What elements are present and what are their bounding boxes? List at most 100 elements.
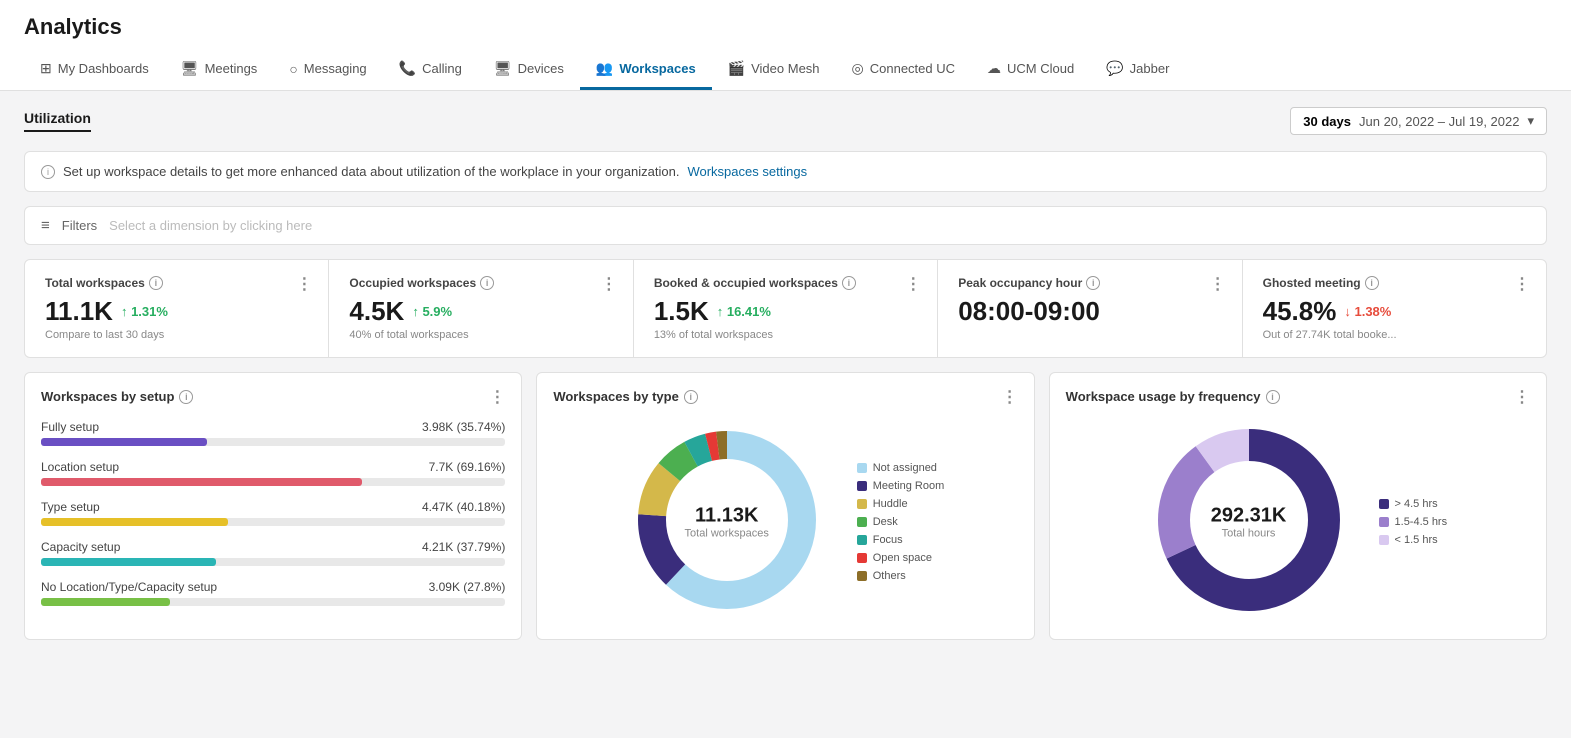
bar-track bbox=[41, 478, 505, 486]
workspaces-settings-link[interactable]: Workspaces settings bbox=[687, 164, 807, 179]
kpi-label-booked-occupied: Booked & occupied workspaces i bbox=[654, 276, 917, 290]
ucm-cloud-icon: ☁ bbox=[987, 60, 1001, 77]
bar-fill bbox=[41, 598, 170, 606]
legend-label: < 1.5 hrs bbox=[1395, 534, 1438, 546]
bar-value: 3.09K (27.8%) bbox=[429, 580, 506, 594]
legend-item: Desk bbox=[857, 516, 945, 528]
chart-frequency-title: Workspace usage by frequency i bbox=[1066, 389, 1530, 404]
kpi-card-booked-occupied: Booked & occupied workspaces i 1.5K ↑ 16… bbox=[634, 260, 938, 357]
tab-label-messaging: Messaging bbox=[304, 61, 367, 76]
tab-jabber[interactable]: 💬 Jabber bbox=[1090, 50, 1185, 90]
kpi-info-icon-ghosted-meeting: i bbox=[1365, 276, 1379, 290]
connected-uc-icon: ◎ bbox=[852, 60, 864, 77]
legend-label: > 4.5 hrs bbox=[1395, 498, 1438, 510]
filters-bar[interactable]: ≡ Filters Select a dimension by clicking… bbox=[24, 206, 1547, 245]
kpi-value-occupied-workspaces: 4.5K ↑ 5.9% bbox=[349, 296, 612, 327]
chevron-down-icon: ▾ bbox=[1527, 113, 1534, 129]
bar-item-header: No Location/Type/Capacity setup 3.09K (2… bbox=[41, 580, 505, 594]
legend-label: Not assigned bbox=[873, 462, 937, 474]
kpi-row: Total workspaces i 11.1K ↑ 1.31% Compare… bbox=[24, 259, 1547, 358]
meetings-icon: 🖥 bbox=[181, 60, 199, 77]
kpi-sub-occupied-workspaces: 40% of total workspaces bbox=[349, 329, 612, 341]
legend-dot bbox=[857, 463, 867, 473]
bar-item: Fully setup 3.98K (35.74%) bbox=[41, 420, 505, 446]
filters-placeholder: Select a dimension by clicking here bbox=[109, 218, 312, 233]
kpi-card-total-workspaces: Total workspaces i 11.1K ↑ 1.31% Compare… bbox=[25, 260, 329, 357]
kpi-label-occupied-workspaces: Occupied workspaces i bbox=[349, 276, 612, 290]
bar-item: Location setup 7.7K (69.16%) bbox=[41, 460, 505, 486]
info-icon: i bbox=[41, 165, 55, 179]
my-dashboards-icon: ⊞ bbox=[40, 60, 52, 77]
bar-label: Capacity setup bbox=[41, 540, 120, 554]
kpi-menu-ghosted-meeting[interactable]: ⋮ bbox=[1514, 274, 1532, 294]
tab-label-devices: Devices bbox=[518, 61, 564, 76]
kpi-value-ghosted-meeting: 45.8% ↓ 1.38% bbox=[1263, 296, 1526, 327]
legend-type: Not assigned Meeting Room Huddle Desk Fo… bbox=[857, 462, 945, 582]
bar-value: 4.21K (37.79%) bbox=[422, 540, 505, 554]
bar-value: 7.7K (69.16%) bbox=[429, 460, 506, 474]
donut-frequency-value: 292.31K bbox=[1211, 504, 1287, 527]
legend-item: Not assigned bbox=[857, 462, 945, 474]
kpi-info-icon-occupied-workspaces: i bbox=[480, 276, 494, 290]
bar-item-header: Capacity setup 4.21K (37.79%) bbox=[41, 540, 505, 554]
kpi-card-occupied-workspaces: Occupied workspaces i 4.5K ↑ 5.9% 40% of… bbox=[329, 260, 633, 357]
legend-freq: > 4.5 hrs 1.5-4.5 hrs < 1.5 hrs bbox=[1379, 498, 1448, 546]
tab-workspaces[interactable]: 👥Workspaces bbox=[580, 50, 712, 90]
legend-dot bbox=[857, 571, 867, 581]
bar-item: Type setup 4.47K (40.18%) bbox=[41, 500, 505, 526]
tab-video-mesh[interactable]: 🎬Video Mesh bbox=[712, 50, 836, 90]
donut-type-value: 11.13K bbox=[685, 504, 769, 527]
tab-ucm-cloud[interactable]: ☁UCM Cloud bbox=[971, 50, 1090, 90]
legend-dot bbox=[857, 499, 867, 509]
tab-meetings[interactable]: 🖥 Meetings bbox=[165, 50, 274, 90]
kpi-menu-booked-occupied[interactable]: ⋮ bbox=[905, 274, 923, 294]
kpi-menu-total-workspaces[interactable]: ⋮ bbox=[296, 274, 314, 294]
date-range-days: 30 days bbox=[1303, 114, 1351, 129]
tab-messaging[interactable]: ○Messaging bbox=[273, 50, 382, 90]
kpi-change-total-workspaces: ↑ 1.31% bbox=[121, 304, 168, 319]
tab-label-jabber: Jabber bbox=[1130, 61, 1170, 76]
tab-label-meetings: Meetings bbox=[205, 61, 258, 76]
legend-item: < 1.5 hrs bbox=[1379, 534, 1448, 546]
kpi-sub-ghosted-meeting: Out of 27.74K total booke... bbox=[1263, 329, 1526, 341]
bar-fill bbox=[41, 478, 362, 486]
date-range-selector[interactable]: 30 days Jun 20, 2022 – Jul 19, 2022 ▾ bbox=[1290, 107, 1547, 135]
chart-frequency-menu[interactable]: ⋮ bbox=[1514, 387, 1532, 407]
bar-fill bbox=[41, 558, 216, 566]
bar-item-header: Location setup 7.7K (69.16%) bbox=[41, 460, 505, 474]
donut-frequency-container: 292.31K Total hours > 4.5 hrs 1.5-4.5 hr… bbox=[1066, 420, 1530, 623]
donut-frequency-svg-wrapper: 292.31K Total hours bbox=[1149, 420, 1349, 623]
charts-row: Workspaces by setup i ⋮ Fully setup 3.98… bbox=[24, 372, 1547, 640]
legend-item: Others bbox=[857, 570, 945, 582]
chart-type-menu[interactable]: ⋮ bbox=[1002, 387, 1020, 407]
tab-my-dashboards[interactable]: ⊞My Dashboards bbox=[24, 50, 165, 90]
donut-type-center: 11.13K Total workspaces bbox=[685, 504, 769, 539]
legend-dot bbox=[857, 553, 867, 563]
bar-track bbox=[41, 598, 505, 606]
kpi-value-total-workspaces: 11.1K ↑ 1.31% bbox=[45, 296, 308, 327]
legend-dot bbox=[857, 517, 867, 527]
bar-track bbox=[41, 518, 505, 526]
kpi-info-icon-booked-occupied: i bbox=[842, 276, 856, 290]
legend-item: Huddle bbox=[857, 498, 945, 510]
kpi-menu-occupied-workspaces[interactable]: ⋮ bbox=[601, 274, 619, 294]
bar-label: No Location/Type/Capacity setup bbox=[41, 580, 217, 594]
bar-item-header: Fully setup 3.98K (35.74%) bbox=[41, 420, 505, 434]
chart-setup-menu[interactable]: ⋮ bbox=[489, 387, 507, 407]
kpi-card-ghosted-meeting: Ghosted meeting i 45.8% ↓ 1.38% Out of 2… bbox=[1243, 260, 1546, 357]
kpi-change-booked-occupied: ↑ 16.41% bbox=[717, 304, 771, 319]
legend-label: Open space bbox=[873, 552, 932, 564]
jabber-icon: 💬 bbox=[1106, 60, 1123, 77]
legend-item: Meeting Room bbox=[857, 480, 945, 492]
tab-devices[interactable]: 🖥Devices bbox=[478, 50, 580, 90]
legend-dot bbox=[1379, 535, 1389, 545]
filter-icon: ≡ bbox=[41, 217, 50, 234]
kpi-label-total-workspaces: Total workspaces i bbox=[45, 276, 308, 290]
tab-connected-uc[interactable]: ◎Connected UC bbox=[836, 50, 972, 90]
tab-label-workspaces: Workspaces bbox=[619, 61, 695, 76]
bar-label: Location setup bbox=[41, 460, 119, 474]
legend-item: > 4.5 hrs bbox=[1379, 498, 1448, 510]
tab-calling[interactable]: 📞Calling bbox=[383, 50, 478, 90]
kpi-label-peak-occupancy: Peak occupancy hour i bbox=[958, 276, 1221, 290]
kpi-menu-peak-occupancy[interactable]: ⋮ bbox=[1210, 274, 1228, 294]
